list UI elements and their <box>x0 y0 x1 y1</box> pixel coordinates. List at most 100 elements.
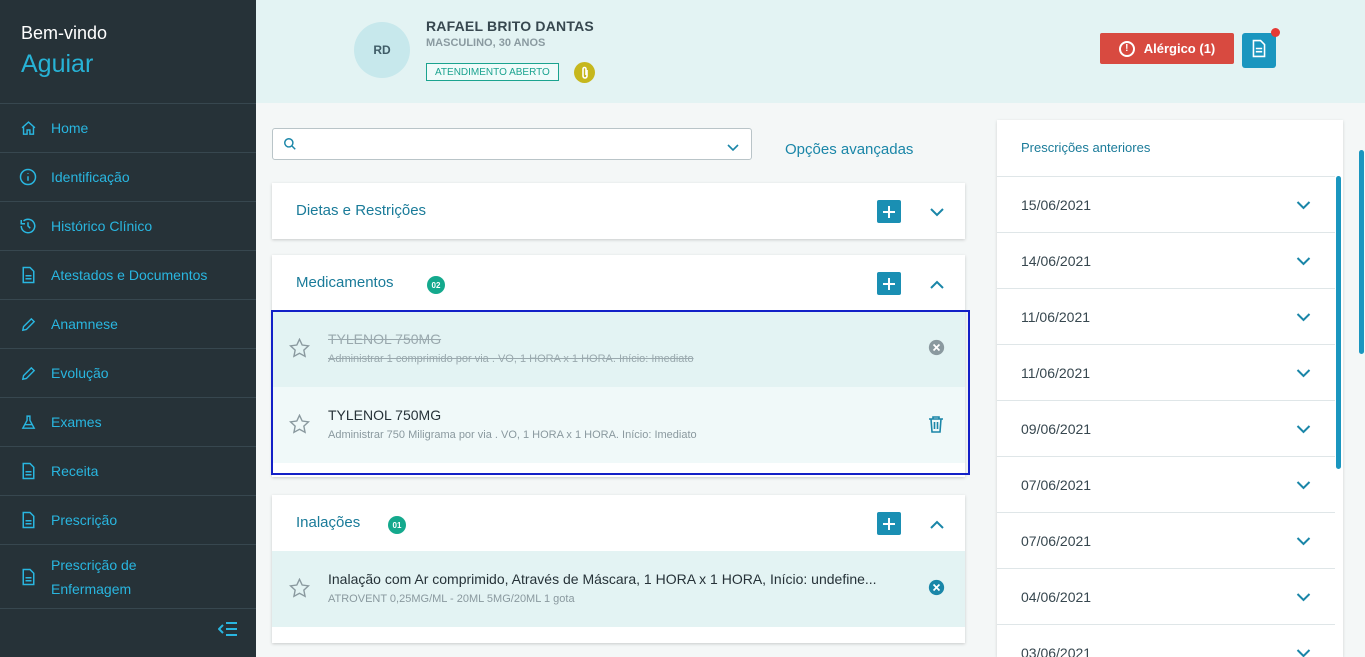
inhalations-card: Inalações 01 Inalação com Ar comprimido,… <box>272 495 965 643</box>
sidebar-item-label: Exames <box>51 414 102 430</box>
medication-description: Administrar 750 Miligrama por via . VO, … <box>328 429 697 441</box>
document-icon <box>19 511 37 529</box>
inhalation-name: Inalação com Ar comprimido, Através de M… <box>328 571 877 587</box>
chevron-down-icon[interactable] <box>727 139 739 157</box>
sidebar-item-label: Anamnese <box>51 316 118 332</box>
diets-header[interactable]: Dietas e Restrições <box>272 183 965 239</box>
medications-header[interactable]: Medicamentos 02 <box>272 255 965 311</box>
medication-description: Administrar 1 comprimido por via . VO, 1… <box>328 353 694 365</box>
list-item[interactable]: 04/06/2021 <box>997 568 1335 624</box>
inhalations-title: Inalações <box>296 514 361 531</box>
list-item[interactable]: Inalação com Ar comprimido, Através de M… <box>272 551 965 627</box>
trash-icon[interactable] <box>928 415 944 438</box>
prescription-date: 11/06/2021 <box>1021 308 1091 325</box>
sidebar-item-atestados[interactable]: Atestados e Documentos <box>0 250 256 299</box>
star-icon[interactable] <box>288 577 311 603</box>
chevron-down-icon <box>1296 365 1311 381</box>
allergy-button[interactable]: ! Alérgico (1) <box>1100 33 1234 64</box>
sidebar-item-home[interactable]: Home <box>0 103 256 152</box>
home-icon <box>19 119 37 137</box>
sidebar-item-label: Atestados e Documentos <box>51 267 208 283</box>
list-item[interactable]: 09/06/2021 <box>997 400 1335 456</box>
diets-card: Dietas e Restrições <box>272 183 965 239</box>
allergy-label: Alérgico (1) <box>1143 41 1216 56</box>
star-icon[interactable] <box>288 337 311 363</box>
sidebar-item-evolucao[interactable]: Evolução <box>0 348 256 397</box>
list-item[interactable]: 03/06/2021 <box>997 624 1335 657</box>
pencil-icon <box>19 315 37 333</box>
sidebar-item-anamnese[interactable]: Anamnese <box>0 299 256 348</box>
list-item[interactable]: TYLENOL 750MG Administrar 750 Miligrama … <box>272 387 965 463</box>
documents-button[interactable] <box>1242 33 1276 68</box>
sidebar-item-label: Prescrição <box>51 512 118 528</box>
sidebar-item-receita[interactable]: Receita <box>0 446 256 495</box>
previous-prescriptions-list: 15/06/2021 14/06/2021 11/06/2021 11/06/2… <box>997 176 1335 657</box>
list-item[interactable]: 07/06/2021 <box>997 456 1335 512</box>
sidebar-item-exames[interactable]: Exames <box>0 397 256 446</box>
sidebar-item-label: Receita <box>51 463 99 479</box>
chevron-up-icon[interactable] <box>928 275 946 293</box>
chevron-down-icon <box>1296 197 1311 213</box>
patient-name: RAFAEL BRITO DANTAS <box>426 18 594 34</box>
list-item[interactable]: 14/06/2021 <box>997 232 1335 288</box>
list-item[interactable]: TYLENOL 750MG Administrar 1 comprimido p… <box>272 311 965 387</box>
document-icon <box>19 266 37 284</box>
prescription-date: 07/06/2021 <box>1021 532 1092 549</box>
sidebar-item-prescricao[interactable]: Prescrição <box>0 495 256 544</box>
chevron-up-icon[interactable] <box>928 515 946 533</box>
list-item[interactable]: 11/06/2021 <box>997 288 1335 344</box>
sidebar-item-prescricao-enfermagem[interactable]: Prescrição de Enfermagem <box>0 544 256 608</box>
chevron-down-icon <box>1296 477 1311 493</box>
search-box[interactable] <box>272 128 752 160</box>
advanced-options-link[interactable]: Opções avançadas <box>785 141 913 158</box>
welcome-text: Bem-vindo <box>21 23 108 43</box>
add-medication-button[interactable] <box>877 272 901 295</box>
previous-prescriptions-title: Prescrições anteriores <box>1021 140 1151 155</box>
list-item[interactable]: 07/06/2021 <box>997 512 1335 568</box>
search-icon <box>283 137 297 156</box>
prescription-date: 14/06/2021 <box>1021 252 1092 269</box>
page-scrollbar[interactable] <box>1359 150 1364 354</box>
add-diet-button[interactable] <box>877 200 901 223</box>
sidebar: Bem-vindo Aguiar Home Identificação Hist… <box>0 0 256 657</box>
notification-dot <box>1271 28 1280 37</box>
close-icon[interactable] <box>928 579 945 601</box>
chevron-down-icon <box>1296 589 1311 605</box>
chevron-down-icon <box>1296 309 1311 325</box>
sidebar-item-label: Prescrição de Enfermagem <box>51 556 137 597</box>
medications-card: Medicamentos 02 TYLENOL 750MG Administra… <box>272 255 965 477</box>
chevron-down-icon <box>1296 253 1311 269</box>
list-item[interactable]: 11/06/2021 <box>997 344 1335 400</box>
sidebar-item-identificacao[interactable]: Identificação <box>0 152 256 201</box>
avatar: RD <box>354 22 410 78</box>
info-icon <box>19 168 37 186</box>
document-icon <box>19 462 37 480</box>
count-badge: 01 <box>388 516 406 534</box>
attachment-icon[interactable] <box>574 62 595 83</box>
sidebar-item-label: Home <box>51 120 89 136</box>
previous-prescriptions-panel: Prescrições anteriores 15/06/2021 14/06/… <box>997 120 1343 657</box>
prescription-date: 04/06/2021 <box>1021 588 1092 605</box>
search-input[interactable] <box>303 133 723 155</box>
prescription-date: 03/06/2021 <box>1021 644 1092 657</box>
add-inhalation-button[interactable] <box>877 512 901 535</box>
panel-scrollbar[interactable] <box>1336 176 1341 469</box>
prescription-date: 09/06/2021 <box>1021 420 1092 437</box>
star-icon[interactable] <box>288 413 311 439</box>
alert-icon: ! <box>1118 40 1135 57</box>
chevron-down-icon[interactable] <box>928 203 946 221</box>
close-icon[interactable] <box>928 339 945 361</box>
patient-header: RD RAFAEL BRITO DANTAS MASCULINO, 30 ANO… <box>256 0 1365 103</box>
prescription-date: 15/06/2021 <box>1021 196 1092 213</box>
inhalations-header[interactable]: Inalações 01 <box>272 495 965 551</box>
count-badge: 02 <box>427 276 445 294</box>
list-item[interactable]: 15/06/2021 <box>997 176 1335 232</box>
chevron-down-icon <box>1296 645 1311 657</box>
sidebar-item-label: Evolução <box>51 365 109 381</box>
prescription-date: 11/06/2021 <box>1021 364 1091 381</box>
sidebar-item-historico[interactable]: Histórico Clínico <box>0 201 256 250</box>
diets-title: Dietas e Restrições <box>296 202 427 219</box>
patient-info: MASCULINO, 30 ANOS <box>426 37 546 49</box>
collapse-sidebar-icon[interactable] <box>217 621 238 639</box>
inhalation-description: ATROVENT 0,25MG/ML - 20ML 5MG/20ML 1 got… <box>328 593 575 605</box>
